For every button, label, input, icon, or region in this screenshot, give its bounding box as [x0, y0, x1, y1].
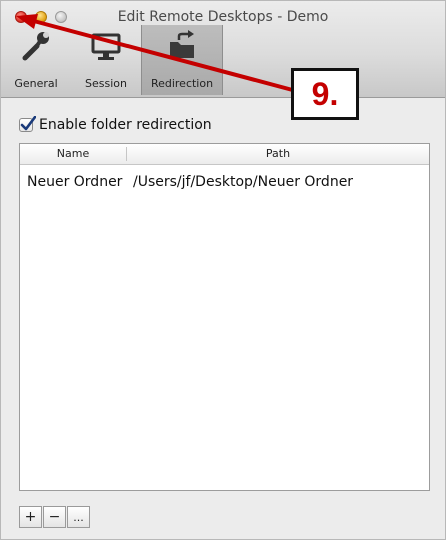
remove-folder-button[interactable]: −: [43, 506, 66, 528]
row-path-cell: /Users/jf/Desktop/Neuer Ordner: [133, 174, 354, 190]
column-header-path[interactable]: Path: [127, 147, 429, 160]
checkmark-icon: [20, 116, 36, 131]
step-number-callout: 9.: [291, 68, 359, 120]
toolbar-label-general: General: [14, 77, 58, 90]
toolbar-item-session[interactable]: Session: [73, 25, 139, 95]
enable-redirection-label: Enable folder redirection: [39, 117, 212, 133]
add-folder-button[interactable]: +: [19, 506, 42, 528]
window-title: Edit Remote Desktops - Demo: [117, 9, 329, 25]
toolbar-label-redirection: Redirection: [150, 77, 214, 90]
titlebar: Edit Remote Desktops - Demo General Sess…: [1, 1, 445, 98]
column-header-name[interactable]: Name: [20, 147, 126, 160]
table-button-bar: + − ...: [19, 506, 91, 528]
window: Edit Remote Desktops - Demo General Sess…: [0, 0, 446, 540]
more-options-button[interactable]: ...: [67, 506, 90, 528]
table-header: Name Path: [20, 144, 429, 165]
redirection-table: Name Path Neuer Ordner /Users/jf/Desktop…: [19, 143, 430, 491]
toolbar-label-session: Session: [85, 77, 127, 90]
toolbar-item-general[interactable]: General: [7, 25, 65, 95]
folder-export-icon: [142, 29, 222, 63]
wrench-icon: [7, 29, 65, 63]
monitor-icon: [73, 29, 139, 63]
row-name-cell: Neuer Ordner: [27, 174, 123, 190]
toolbar-item-redirection[interactable]: Redirection: [141, 25, 223, 95]
table-row[interactable]: Neuer Ordner /Users/jf/Desktop/Neuer Ord…: [20, 172, 429, 192]
enable-redirection-checkbox[interactable]: [19, 116, 36, 132]
enable-redirection-row[interactable]: Enable folder redirection: [19, 115, 212, 135]
